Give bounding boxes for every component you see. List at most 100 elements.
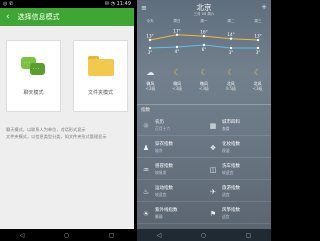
- index-text: 紫外线指数 最弱: [155, 208, 178, 219]
- back-arrow-icon[interactable]: ‹: [6, 8, 10, 26]
- date-text: 三月 06 周六: [193, 12, 215, 16]
- forecast-day: ☾ 微风 <3级: [167, 68, 187, 91]
- folder-mode-label: 文件夹模式: [87, 90, 113, 96]
- wind-level: <3级: [145, 86, 156, 91]
- index-value: 适宜: [222, 214, 230, 219]
- index-value: 适宜: [222, 192, 230, 197]
- folder-icon: [87, 55, 114, 77]
- nav-bar: ◁ ○ ▢: [137, 229, 271, 241]
- index-value: 正月十六: [155, 126, 171, 131]
- index-text: 感冒指数 较易发: [155, 164, 173, 175]
- low-temp-point: [229, 46, 233, 50]
- low-temp-label: 3°: [256, 50, 261, 55]
- index-value: 较适宜: [222, 170, 234, 175]
- wind-level: <3级: [199, 86, 209, 91]
- index-text: 旅游指数 适宜: [222, 186, 240, 197]
- nav-bar: ◁ ○ ▢: [0, 229, 134, 241]
- folder-mode-card[interactable]: 文件夹模式: [73, 40, 128, 112]
- index-item[interactable]: ❖ 化妆指数 保湿: [204, 138, 271, 158]
- moon-icon: ☾: [253, 68, 262, 77]
- index-icon: ☀: [142, 209, 150, 218]
- index-value: 保湿: [222, 148, 230, 153]
- day-label: 周三: [254, 18, 262, 23]
- low-temp-label: 4°: [175, 49, 180, 54]
- chat-mode-card[interactable]: ··· ··· 聊天模式: [6, 40, 61, 112]
- index-item[interactable]: ⚑ 风筝指数 适宜: [204, 204, 271, 224]
- high-temp-point: [202, 34, 206, 38]
- index-value: 较冷: [155, 148, 163, 153]
- index-title: 指数: [141, 108, 150, 113]
- index-icon: ❖: [209, 143, 217, 152]
- forecast-day: ☾ 微风 <3级: [194, 68, 214, 91]
- index-value: 较易发: [155, 170, 167, 175]
- wind-level: 4-5级: [225, 86, 237, 91]
- index-item[interactable]: ♨ 运动指数 较适宜: [137, 182, 204, 202]
- left-phone-screen: ◎ ✆ ✉ ◔ 11:49 ‹ 选择信息模式 ··· ··· 聊天模式 文件夹模…: [0, 0, 134, 241]
- high-temp-point: [175, 33, 179, 36]
- recents-nav-icon[interactable]: ▢: [246, 232, 252, 239]
- wind-level: <3级: [252, 86, 263, 91]
- index-icon: ▦: [209, 121, 217, 130]
- recents-nav-icon[interactable]: ▢: [109, 232, 115, 239]
- day-label: 今天: [146, 18, 154, 23]
- high-temp-label: 14°: [227, 32, 234, 37]
- index-item[interactable]: ☀ 紫外线指数 最弱: [137, 204, 204, 224]
- forecast-day: ☁ 微风 <3级: [140, 68, 160, 91]
- index-icon: ♟: [142, 143, 150, 152]
- status-left: ◎ ✆: [3, 1, 14, 7]
- moon-icon: ☾: [227, 68, 235, 77]
- back-nav-icon[interactable]: ◁: [20, 232, 25, 239]
- index-icon: ✈: [210, 187, 216, 196]
- home-nav-icon[interactable]: ○: [64, 232, 69, 239]
- high-temp-point: [148, 38, 152, 42]
- low-temp-point: [148, 46, 152, 50]
- moon-icon: ☾: [173, 68, 181, 77]
- low-temp-point: [202, 43, 206, 47]
- index-item[interactable]: ♟ 穿衣指数 较冷: [137, 138, 204, 158]
- index-item[interactable]: ▦ 城市四科 查看: [204, 116, 271, 136]
- weather-header: ≡ 北京 三月 06 周六 +: [137, 0, 271, 16]
- moon-icon: ☾: [200, 68, 208, 77]
- low-temp-label: 3°: [229, 50, 234, 55]
- index-item[interactable]: ☼ 农历 正月十六: [137, 116, 204, 136]
- index-item[interactable]: ◫ 洗车指数 较适宜: [204, 160, 271, 180]
- low-temp-label: 3°: [148, 50, 153, 55]
- high-temp-point: [229, 37, 233, 40]
- back-nav-icon[interactable]: ◁: [157, 232, 162, 239]
- index-text: 运动指数 较适宜: [155, 186, 173, 197]
- forecast-day: ☾ 北风 <3级: [248, 68, 268, 91]
- day-label: 周二: [227, 18, 235, 23]
- chat-mode-description: 聊天模式，以联系人为单位，对话形式显示: [6, 127, 86, 132]
- temperature-chart: 今天 13° 3° 周日 17° 4° 周一 16° 6° 周二 14° 3° 周三 13° 3°: [146, 18, 262, 55]
- high-temp-point: [256, 38, 260, 42]
- index-icon: ♒: [142, 165, 150, 174]
- chat-mode-label: 聊天模式: [23, 90, 44, 96]
- index-text: 洗车指数 较适宜: [222, 164, 240, 175]
- mode-description: 聊天模式，以联系人为单位，对话形式显示 文件夹模式，以信息类型分类，如文件夹形式…: [0, 112, 134, 140]
- folder-mode-description: 文件夹模式，以信息类型分类，如文件夹形式管理显示: [6, 134, 107, 139]
- high-temp-label: 17°: [173, 28, 180, 33]
- index-grid: ☼ 农历 正月十六 ▦ 城市四科 查看 ♟ 穿衣指数 较冷 ❖ 化妆指数 保湿 ♒ 感冒指数 较易发 ◫ 洗车指…: [137, 116, 271, 224]
- chat-bubbles-icon: ··· ···: [20, 55, 47, 77]
- high-temp-label: 16°: [200, 30, 207, 35]
- forecast-day: ☾ 北风 4-5级: [221, 68, 241, 91]
- index-icon: ☼: [142, 121, 150, 130]
- index-value: 较适宜: [155, 192, 167, 197]
- high-temp-label: 13°: [254, 34, 261, 39]
- index-icon: ♨: [142, 187, 150, 196]
- add-city-icon[interactable]: +: [261, 3, 267, 11]
- index-value: 最弱: [155, 214, 163, 219]
- status-right: ✉ ◔ 11:49: [104, 1, 131, 7]
- low-temp-point: [256, 46, 260, 50]
- forecast-row: ☁ 微风 <3级 ☾ 微风 <3级 ☾ 微风 <3级 ☾ 北风 4-5级 ☾ 北风 <3级: [137, 68, 271, 91]
- status-bar: ◎ ✆ ✉ ◔ 11:49: [0, 0, 134, 8]
- high-temp-label: 13°: [146, 34, 153, 39]
- home-nav-icon[interactable]: ○: [201, 232, 206, 239]
- index-item[interactable]: ✈ 旅游指数 适宜: [204, 182, 271, 202]
- page-title: 选择信息模式: [17, 13, 60, 21]
- index-icon: ⚑: [209, 209, 217, 218]
- low-temp-label: 6°: [202, 47, 207, 52]
- wind-level: <3级: [172, 86, 183, 91]
- index-item[interactable]: ♒ 感冒指数 较易发: [137, 160, 204, 180]
- day-label: 周日: [173, 18, 180, 23]
